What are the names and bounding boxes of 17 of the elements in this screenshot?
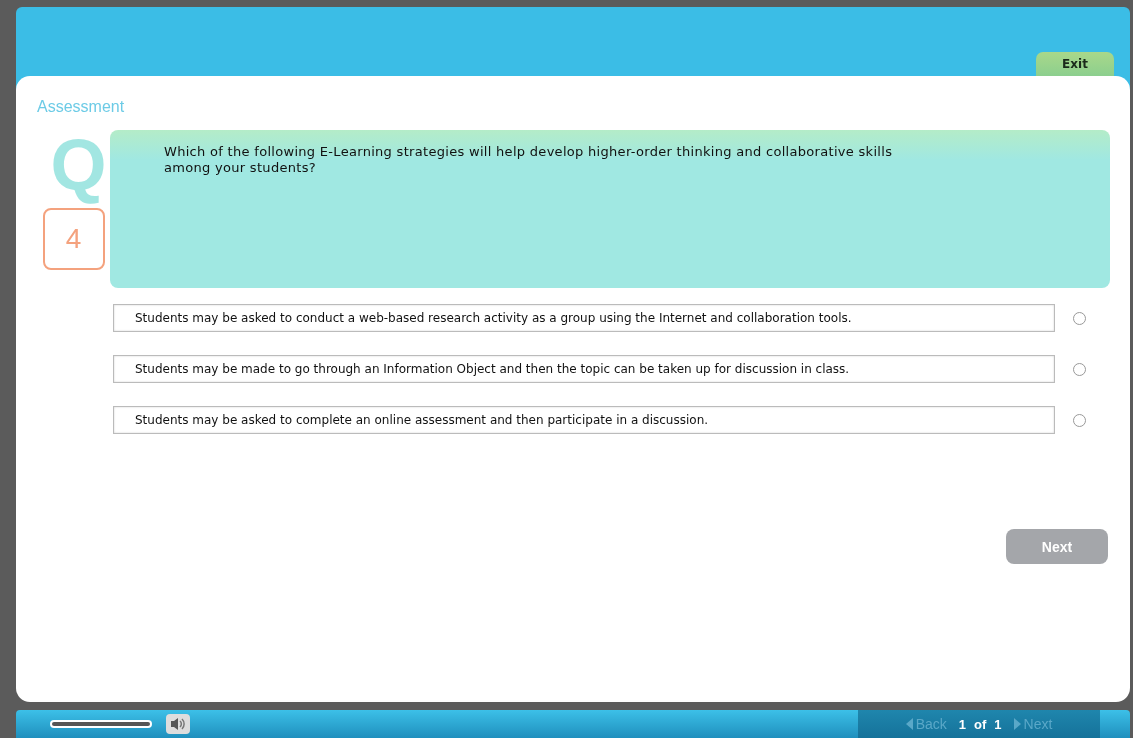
answer-option[interactable]: Students may be asked to complete an online assessment and then participate in a discussion. [113,406,1055,434]
radio-button[interactable] [1073,413,1086,427]
left-triangle-icon [905,718,913,730]
question-text: Which of the following E-Learning strategies will help develop higher-order thinking and collaborative skills among your students? [164,144,894,176]
section-title: Assessment [37,98,126,117]
answer-option[interactable]: Students may be asked to conduct a web-based research activity as a group using the Internet and collaboration tools. [113,304,1055,332]
question-letter: Q [50,124,107,207]
answer-option[interactable]: Students may be made to go through an Information Object and then the topic can be taken up for discussion in class. [113,355,1055,383]
radio-button[interactable] [1073,362,1086,376]
radio-button[interactable] [1073,311,1086,325]
exit-button[interactable]: Exit [1036,52,1114,76]
page-number: 1 [958,716,966,732]
question-number: 4 [42,207,105,270]
page-of: of [974,716,987,732]
right-triangle-icon [1013,718,1021,730]
page-total: 1 [994,716,1002,732]
speaker-icon[interactable] [166,714,190,734]
